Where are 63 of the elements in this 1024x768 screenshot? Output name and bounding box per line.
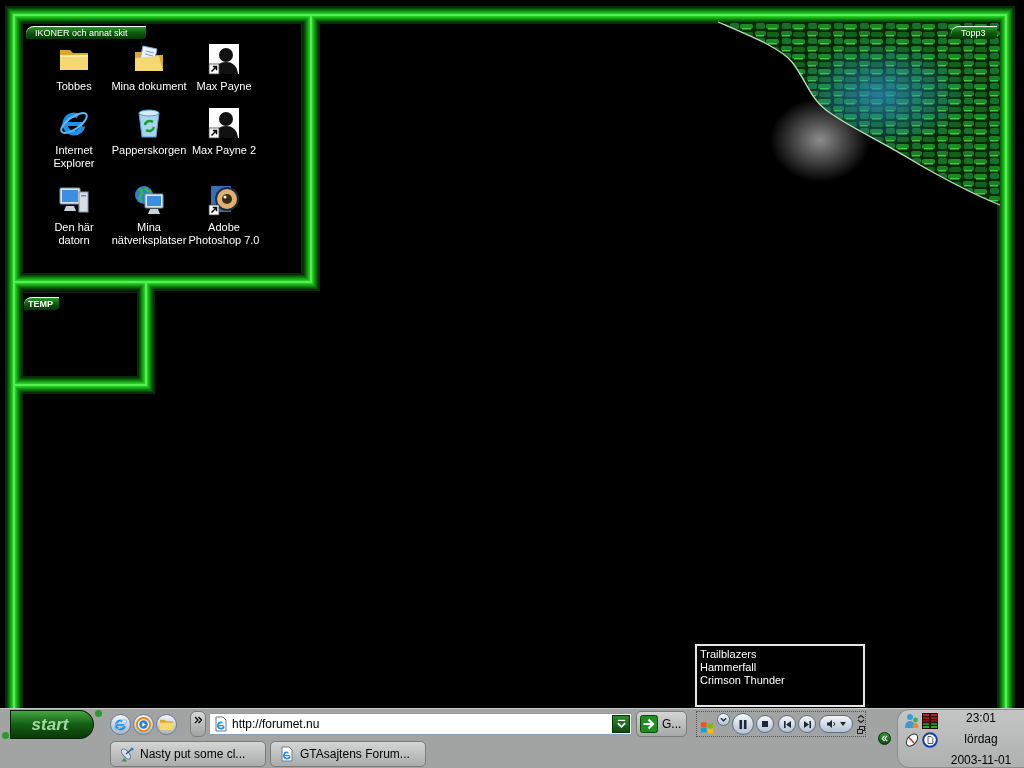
panel-label: TEMP (24, 297, 59, 310)
icon-label: Adobe Photoshop 7.0 (187, 221, 261, 247)
speaker-icon (826, 720, 836, 728)
browser-e-icon (113, 716, 128, 732)
task-button[interactable]: Nasty put some cl... (110, 740, 266, 767)
chevron-down-icon (615, 718, 627, 730)
pause-icon (739, 719, 747, 729)
arrow-right-icon (640, 715, 658, 733)
panel-label: Topp3 (951, 26, 997, 39)
browser-launch-button[interactable] (110, 713, 131, 735)
icon-label: Papperskorgen (111, 144, 187, 157)
eye-tile-icon[interactable] (208, 184, 240, 216)
double-chevron-icon (194, 716, 202, 724)
stop-button[interactable] (756, 715, 774, 733)
pause-button[interactable] (732, 713, 754, 735)
dot-icon (2, 732, 9, 739)
icon-label: Tobbes (56, 80, 92, 93)
media-launch-button[interactable] (133, 713, 154, 735)
song-title: Trailblazers (700, 648, 757, 661)
silhouette-icon[interactable] (208, 43, 240, 75)
go-button[interactable]: G... (636, 711, 687, 737)
artist-name: Hammerfall (700, 661, 757, 674)
computer-icon[interactable] (58, 184, 90, 216)
skip-back-icon (783, 720, 791, 728)
page-icon (279, 745, 295, 762)
restore-window-icon[interactable] (857, 725, 865, 734)
start-button[interactable]: start (10, 710, 94, 739)
icon-label: Den här datorn (53, 221, 95, 247)
next-button[interactable] (798, 715, 816, 733)
icon-label: Mina nätverksplatser (110, 221, 188, 247)
clock-day: lördag (964, 732, 998, 746)
task-button[interactable]: GTAsajtens Forum... (270, 740, 426, 767)
dish-icon (119, 745, 135, 762)
play-disc-icon (136, 716, 151, 732)
mouse-icon[interactable] (904, 732, 920, 748)
icon-label: Internet Explorer (52, 144, 96, 170)
dropdown-button[interactable] (612, 715, 630, 733)
folder-launch-button[interactable] (156, 713, 177, 735)
icon-label: Max Payne (196, 80, 252, 93)
show-hidden-icons-button[interactable] (878, 732, 891, 745)
volume-button[interactable] (819, 715, 853, 733)
clock-date: 2003-11-01 (950, 753, 1012, 767)
previous-button[interactable] (778, 715, 796, 733)
icon-label: Max Payne 2 (191, 144, 257, 157)
level-meter-icon[interactable] (922, 713, 938, 729)
page-icon (213, 716, 229, 732)
toolbar-chevron-button[interactable] (190, 711, 206, 737)
globe-computer-icon[interactable] (133, 184, 165, 216)
page-circle-icon[interactable] (922, 732, 938, 748)
caret-down-icon (839, 722, 846, 726)
dot-icon (95, 710, 102, 717)
address-field[interactable]: http://forumet.nu (209, 713, 632, 735)
stop-icon (762, 721, 768, 727)
chevron-left-icon (881, 735, 888, 742)
icon-label: Mina dokument (111, 80, 187, 93)
album-name: Crimson Thunder (700, 674, 785, 687)
skip-forward-icon (803, 720, 811, 728)
collapse-button[interactable] (717, 713, 730, 726)
chevron-down-icon (720, 716, 727, 723)
clock-time: 23:01 (966, 711, 996, 725)
silhouette-icon[interactable] (208, 107, 240, 139)
up-down-arrows-icon[interactable] (857, 714, 865, 723)
panel-label: IKONER och annat skit (26, 26, 146, 39)
